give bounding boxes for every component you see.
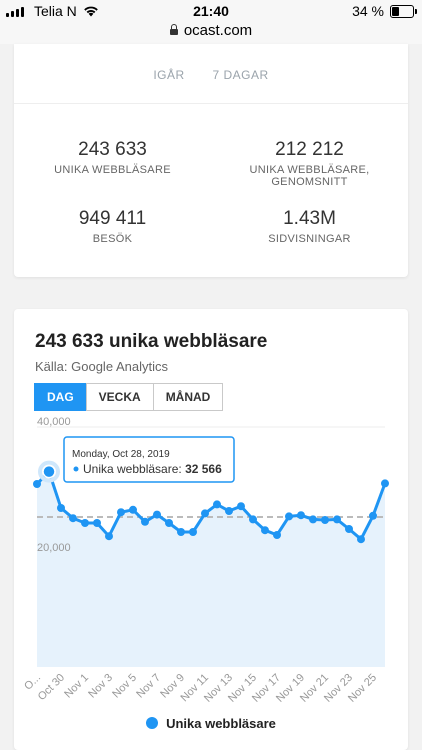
tooltip-value: 32 566 bbox=[185, 462, 222, 476]
legend-label: Unika webbläsare bbox=[166, 716, 276, 731]
area-fill bbox=[37, 471, 385, 667]
data-point bbox=[225, 507, 233, 515]
data-point bbox=[369, 511, 377, 520]
data-point bbox=[273, 531, 281, 539]
data-point bbox=[213, 500, 221, 509]
data-point bbox=[33, 480, 41, 488]
data-point bbox=[165, 519, 173, 527]
tooltip-label: Unika webbläsare: 32 566 bbox=[83, 462, 222, 476]
data-point bbox=[321, 516, 329, 524]
data-point bbox=[177, 528, 185, 536]
x-tick-label: Nov 1 bbox=[62, 672, 91, 701]
data-point bbox=[69, 514, 77, 523]
data-point bbox=[285, 512, 293, 521]
data-point bbox=[333, 515, 341, 524]
data-point bbox=[381, 479, 389, 488]
data-point bbox=[297, 511, 305, 520]
data-point bbox=[249, 515, 257, 524]
data-point bbox=[237, 502, 245, 511]
data-point bbox=[93, 519, 101, 527]
x-tick-label: Oct 30 bbox=[36, 672, 67, 703]
data-point bbox=[57, 504, 65, 512]
data-point bbox=[105, 532, 113, 541]
data-point bbox=[189, 528, 197, 536]
highlighted-point bbox=[42, 464, 56, 479]
legend-marker bbox=[146, 717, 159, 729]
data-point bbox=[141, 517, 149, 526]
x-tick-label: Nov 3 bbox=[86, 672, 115, 701]
data-point bbox=[129, 505, 137, 514]
x-tick-label: Nov 5 bbox=[110, 672, 139, 701]
data-point bbox=[153, 510, 161, 519]
line-chart: 40,00020,000O...Oct 30Nov 1Nov 3Nov 5Nov… bbox=[22, 416, 389, 705]
data-point bbox=[117, 508, 125, 517]
x-tick-label: Nov 7 bbox=[134, 672, 163, 701]
data-point bbox=[357, 535, 365, 544]
data-point bbox=[345, 525, 353, 533]
chart-legend[interactable]: Unika webbläsare bbox=[0, 716, 422, 731]
data-point bbox=[261, 526, 269, 535]
data-point bbox=[201, 509, 209, 518]
data-point bbox=[81, 519, 89, 527]
tooltip-date: Monday, Oct 28, 2019 bbox=[72, 449, 170, 460]
tooltip-marker bbox=[73, 466, 79, 472]
y-tick-label: 40,000 bbox=[37, 416, 71, 428]
y-tick-label: 20,000 bbox=[37, 542, 71, 554]
data-point bbox=[309, 515, 317, 524]
